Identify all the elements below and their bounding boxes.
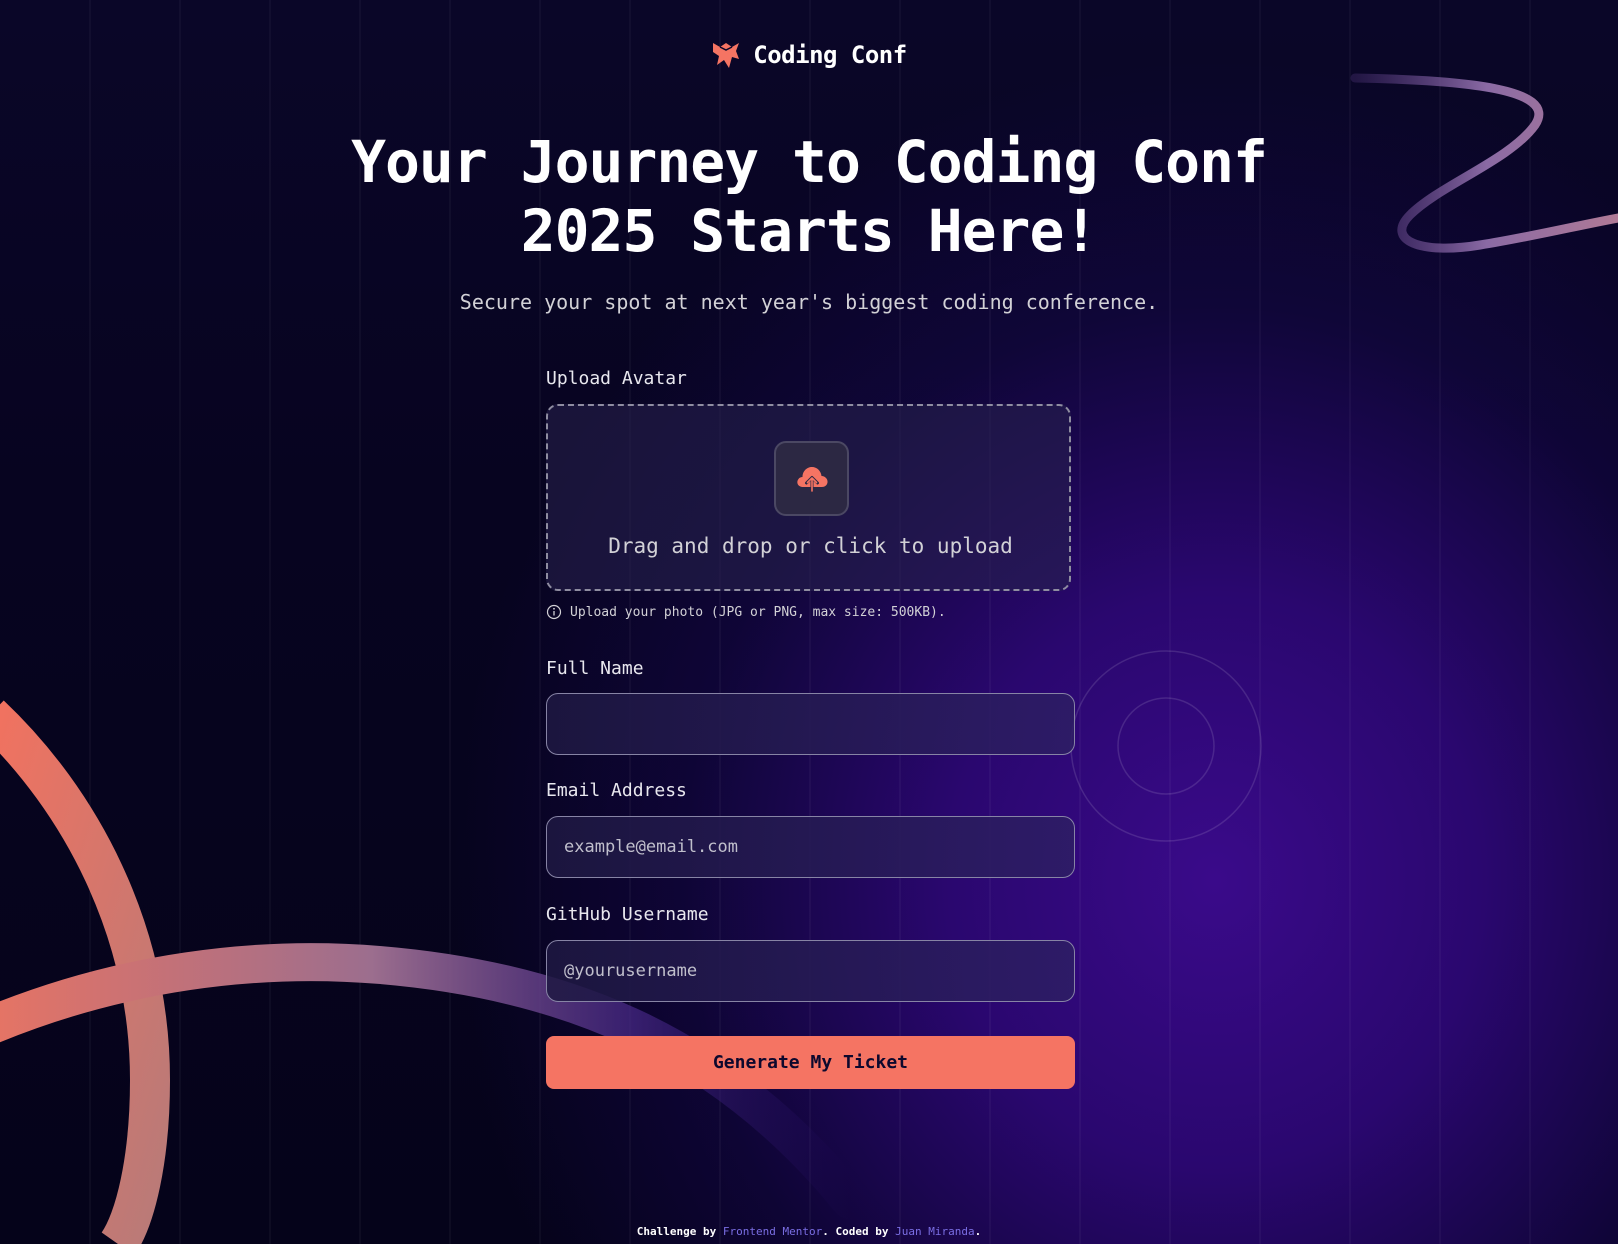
conf-logo-icon <box>713 43 740 68</box>
pattern-circle-inner <box>1117 697 1215 795</box>
pattern-circle-outer <box>1070 650 1262 842</box>
full-name-label: Full Name <box>546 658 644 679</box>
brand-name: Coding Conf <box>753 41 907 69</box>
dropzone-text: Drag and drop or click to upload <box>608 534 1013 558</box>
cloud-upload-icon <box>796 466 828 492</box>
frontend-mentor-link[interactable]: Frontend Mentor <box>723 1225 822 1238</box>
author-link[interactable]: Juan Miranda <box>895 1225 974 1238</box>
email-label: Email Address <box>546 780 687 801</box>
squiggle-arc <box>0 700 171 1244</box>
avatar-dropzone[interactable]: Drag and drop or click to upload <box>546 404 1071 591</box>
attribution-footer: Challenge by Frontend Mentor. Coded by J… <box>0 1225 1618 1238</box>
page-subtitle: Secure your spot at next year's biggest … <box>459 290 1159 314</box>
page-title-line-1: Your Journey to Coding Conf <box>351 128 1268 196</box>
avatar-hint: Upload your photo (JPG or PNG, max size:… <box>546 604 946 620</box>
github-username-label: GitHub Username <box>546 904 709 925</box>
email-input[interactable] <box>546 816 1075 878</box>
page-title-line-2: 2025 Starts Here! <box>520 197 1099 265</box>
full-name-input[interactable] <box>546 693 1075 755</box>
footer-prefix: Challenge by <box>636 1225 723 1238</box>
page-title: Your Journey to Coding Conf 2025 Starts … <box>0 128 1618 266</box>
github-username-input[interactable] <box>546 940 1075 1002</box>
footer-middle: . Coded by <box>822 1225 896 1238</box>
footer-suffix: . <box>974 1225 982 1238</box>
avatar-hint-text: Upload your photo (JPG or PNG, max size:… <box>570 604 946 620</box>
brand-logo: Coding Conf <box>0 40 1618 70</box>
upload-button[interactable] <box>774 441 849 516</box>
upload-avatar-label: Upload Avatar <box>546 368 687 389</box>
generate-ticket-button[interactable]: Generate My Ticket <box>546 1036 1075 1089</box>
info-icon <box>546 604 562 620</box>
